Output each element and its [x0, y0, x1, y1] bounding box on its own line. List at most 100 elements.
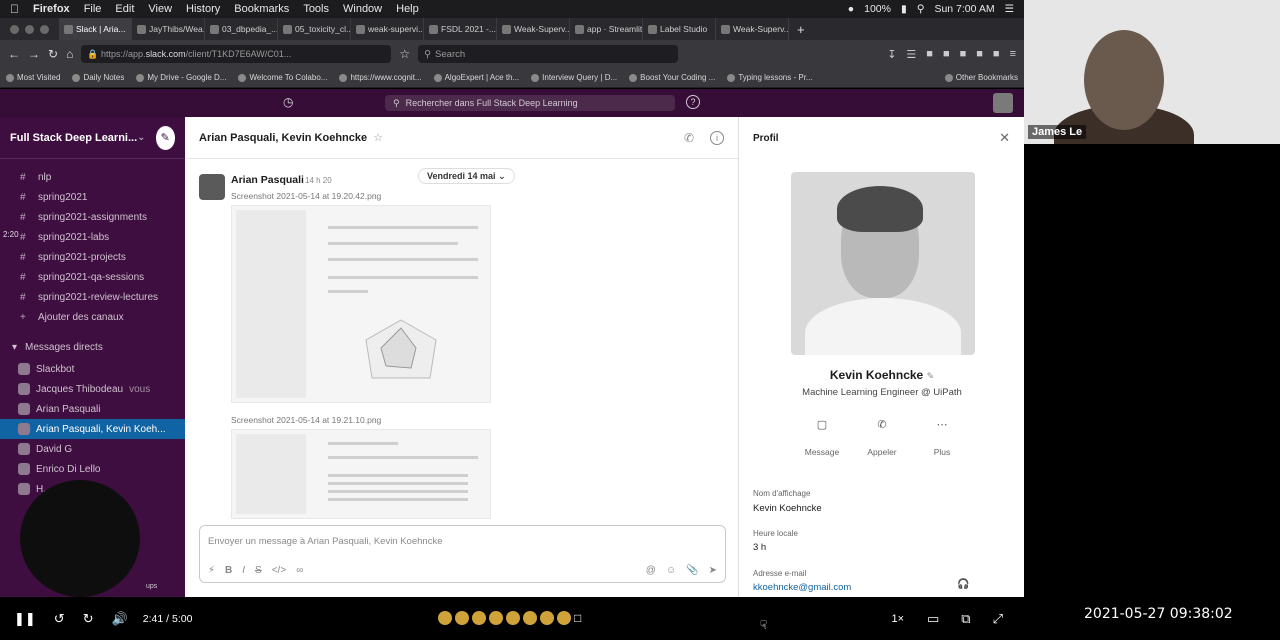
tab-weak-supervision[interactable]: weak-supervi... — [351, 18, 424, 40]
emoji-reaction-icon[interactable] — [472, 611, 486, 625]
attach-icon[interactable]: 📎 — [686, 565, 698, 576]
reload-icon[interactable]: ↻ — [48, 47, 58, 61]
italic-icon[interactable]: I — [242, 565, 245, 576]
home-icon[interactable]: ⌂ — [66, 47, 73, 61]
tab-slack[interactable]: Slack | Aria... — [59, 18, 132, 40]
bookmark-item[interactable]: AlgoExpert | Ace th... — [428, 73, 526, 82]
bookmark-item[interactable]: Daily Notes — [66, 73, 130, 82]
add-channels-button[interactable]: + Ajouter des canaux — [0, 307, 185, 327]
bookmark-item[interactable]: Boost Your Coding ... — [623, 73, 721, 82]
slack-search-input[interactable]: ⚲ Rechercher dans Full Stack Deep Learni… — [385, 95, 675, 111]
code-icon[interactable]: </> — [272, 565, 286, 576]
pause-icon[interactable]: ❚❚ — [0, 611, 45, 627]
tab-label-studio[interactable]: Label Studio — [643, 18, 716, 40]
menu-history[interactable]: History — [186, 3, 220, 15]
menu-list-icon[interactable]: ☰ — [1005, 3, 1014, 15]
menubar-clock[interactable]: Sun 7:00 AM — [934, 3, 994, 15]
more-button[interactable]: ⋯ Plus — [924, 417, 960, 457]
emoji-reaction-icon[interactable] — [506, 611, 520, 625]
other-bookmarks[interactable]: Other Bookmarks — [939, 73, 1024, 82]
menu-icon[interactable]: ≡ — [1010, 48, 1016, 61]
message-input[interactable]: Envoyer un message à Arian Pasquali, Kev… — [208, 536, 442, 547]
user-avatar[interactable] — [993, 93, 1013, 113]
browser-search-input[interactable]: ⚲ Search — [418, 45, 679, 63]
rewind-icon[interactable]: ↺ — [45, 611, 74, 627]
info-icon[interactable]: i — [710, 130, 724, 145]
call-button[interactable]: ✆ Appeler — [864, 417, 900, 457]
bookmark-item[interactable]: https://www.cognit... — [333, 73, 427, 82]
dm-item[interactable]: Jacques Thibodeau vous — [0, 379, 185, 399]
screenshot-attachment[interactable] — [231, 205, 491, 403]
lightning-icon[interactable]: ⚡ — [208, 565, 215, 576]
url-bar[interactable]: 🔒 https://app. slack.com/client/T1KD7E6AW… — [81, 45, 392, 63]
extension-icon[interactable]: ■ — [943, 48, 950, 61]
minimize-window-button[interactable] — [25, 24, 34, 34]
dm-item-active[interactable]: Arian Pasquali, Kevin Koeh... — [0, 419, 185, 439]
file-name[interactable]: Screenshot 2021-05-14 at 19.20.42.png — [231, 191, 381, 201]
menu-view[interactable]: View — [148, 3, 172, 15]
library-icon[interactable]: ☰ — [906, 48, 916, 61]
bookmark-item[interactable]: Welcome To Colabo... — [232, 73, 333, 82]
close-icon[interactable]: ✕ — [999, 130, 1010, 146]
channel-item[interactable]: # spring2021-review-lectures — [0, 287, 185, 307]
emoji-reaction-icon[interactable] — [455, 611, 469, 625]
dm-section-header[interactable]: ▾ Messages directs — [0, 335, 185, 359]
date-divider[interactable]: Vendredi 14 mai ⌄ — [418, 168, 515, 184]
message-time[interactable]: 14 h 20 — [305, 176, 332, 185]
fullscreen-icon[interactable]: ⤢ — [984, 611, 1012, 627]
menu-window[interactable]: Window — [343, 3, 382, 15]
bold-icon[interactable]: B — [225, 565, 232, 576]
downloads-icon[interactable]: ↧ — [887, 48, 896, 61]
message-author[interactable]: Arian Pasquali — [231, 174, 304, 186]
workspace-header[interactable]: Full Stack Deep Learni... ⌄ ✎ — [0, 117, 185, 159]
bookmark-star-icon[interactable]: ☆ — [399, 47, 410, 61]
compose-icon[interactable]: ✎ — [155, 125, 175, 150]
menu-tools[interactable]: Tools — [303, 3, 329, 15]
file-name[interactable]: Screenshot 2021-05-14 at 19.21.10.png — [231, 415, 381, 425]
playback-speed[interactable]: 1× — [881, 613, 914, 625]
star-icon[interactable]: ☆ — [373, 131, 383, 144]
extension-icon[interactable]: ■ — [993, 48, 1000, 61]
menu-edit[interactable]: Edit — [115, 3, 134, 15]
history-icon[interactable]: ◷ — [283, 95, 293, 109]
menu-file[interactable]: File — [84, 3, 102, 15]
tab-notebook[interactable]: 03_dbpedia_... — [205, 18, 278, 40]
tab-github[interactable]: Weak-Superv... — [497, 18, 570, 40]
wifi-icon[interactable]: ● — [848, 3, 854, 15]
tab-streamlit[interactable]: app · Streamlit — [570, 18, 643, 40]
channel-item[interactable]: # spring2021-labs — [0, 227, 185, 247]
dm-item[interactable]: Enrico Di Lello — [0, 459, 185, 479]
dm-item[interactable]: Slackbot — [0, 359, 185, 379]
emoji-reaction-icon[interactable] — [438, 611, 452, 625]
volume-icon[interactable]: 🔊 — [103, 611, 137, 627]
profile-photo[interactable] — [791, 172, 975, 355]
thumbs-down-icon[interactable] — [557, 611, 571, 625]
new-tab-button[interactable]: + — [789, 22, 813, 37]
close-window-button[interactable] — [10, 24, 19, 34]
tab-weak-supervision[interactable]: Weak-Superv... — [716, 18, 789, 40]
emoji-icon[interactable]: ☺ — [666, 565, 676, 576]
email-link[interactable]: kkoehncke@gmail.com — [753, 582, 851, 593]
bookmark-item[interactable]: My Drive - Google D... — [130, 73, 232, 82]
tab-fsdl[interactable]: FSDL 2021 -... — [424, 18, 497, 40]
conversation-title[interactable]: Arian Pasquali, Kevin Koehncke — [199, 132, 367, 144]
avatar[interactable] — [199, 174, 225, 200]
channel-item[interactable]: # nlp — [0, 167, 185, 187]
emoji-reaction-icon[interactable] — [489, 611, 503, 625]
menu-bookmarks[interactable]: Bookmarks — [234, 3, 289, 15]
profile-name[interactable]: Kevin Koehncke ✎ — [739, 368, 1025, 382]
forward-icon[interactable]: → — [28, 47, 40, 61]
app-menu[interactable]: Firefox — [33, 3, 70, 15]
battery-percent[interactable]: 100% — [864, 3, 891, 15]
dm-item[interactable]: David G — [0, 439, 185, 459]
theater-mode-icon[interactable]: ▭ — [918, 611, 948, 627]
picture-in-picture-icon[interactable]: ⧉ — [952, 611, 979, 627]
bookmark-item[interactable]: Most Visited — [0, 73, 66, 82]
phone-icon[interactable]: ✆ — [684, 131, 694, 145]
spotlight-icon[interactable]: ⚲ — [917, 3, 925, 15]
message-button[interactable]: ▢ Message — [804, 417, 840, 457]
extension-icon[interactable]: ■ — [926, 48, 933, 61]
chevron-down-icon[interactable]: ⌄ — [137, 132, 145, 143]
bookmark-item[interactable]: Typing lessons - Pr... — [721, 73, 818, 82]
strikethrough-icon[interactable]: S — [255, 565, 262, 576]
